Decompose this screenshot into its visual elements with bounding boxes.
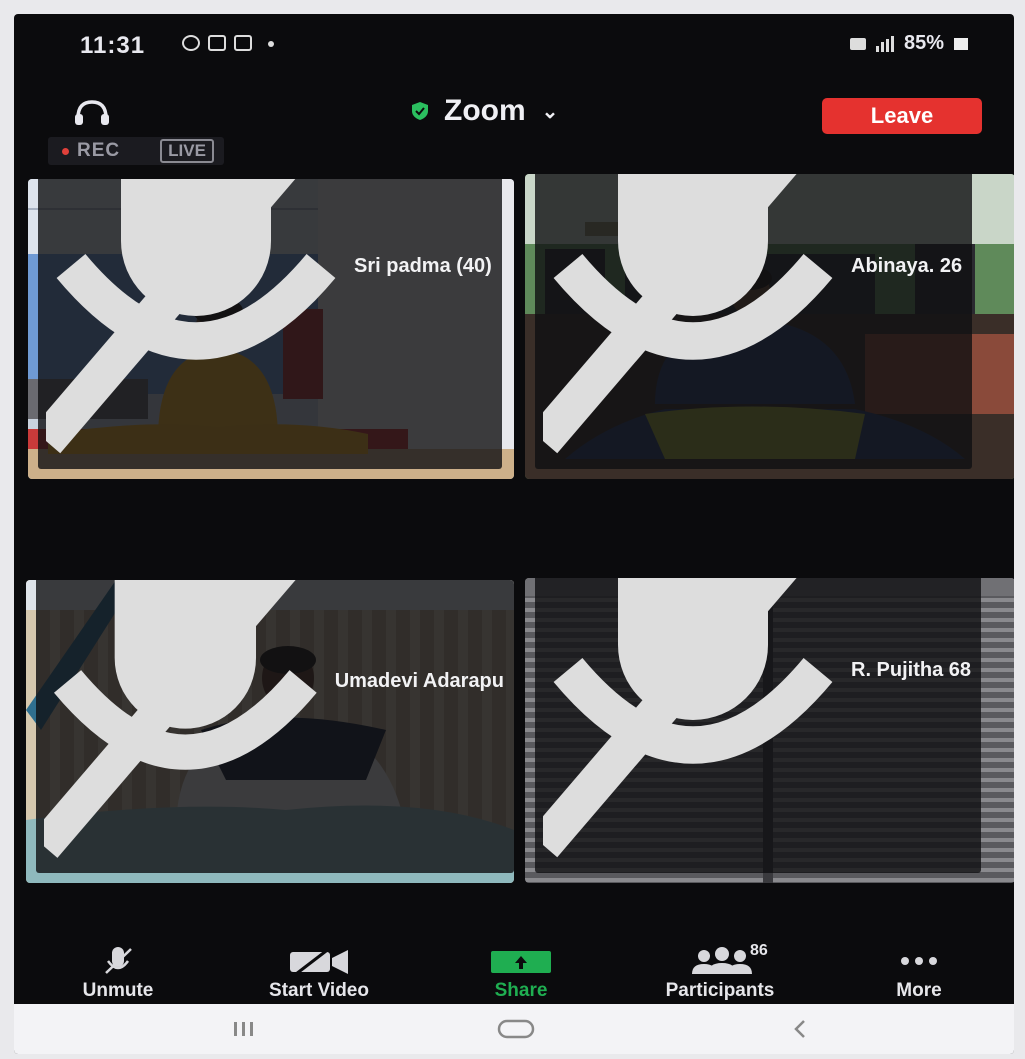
image-icon: [234, 35, 252, 51]
start-video-button[interactable]: Start Video: [228, 944, 410, 1002]
system-icons: 85%: [849, 32, 968, 55]
more-button[interactable]: More: [874, 944, 964, 1002]
video-tile-3[interactable]: Umadevi Adarapu: [26, 580, 514, 883]
video-tile-2[interactable]: Abinaya. 26: [525, 174, 1014, 479]
chevron-down-icon: ⌄: [541, 100, 559, 123]
back-button[interactable]: [770, 1014, 830, 1044]
home-icon: [497, 1019, 535, 1039]
participants-count: 86: [750, 942, 768, 959]
shield-icon: [412, 102, 428, 120]
meeting-title: Zoom: [444, 94, 526, 127]
signal-icon: [875, 35, 894, 52]
status-time: 11:31: [80, 32, 146, 59]
share-button[interactable]: Share: [466, 944, 576, 1002]
mic-muted-icon: [44, 580, 317, 858]
participant-name-label: R. Pujitha 68: [535, 578, 982, 873]
more-dots-icon: [901, 957, 937, 965]
meeting-title-dropdown[interactable]: Zoom ⌄: [410, 94, 558, 128]
mic-muted-icon: [105, 947, 132, 974]
notification-icons: [182, 35, 274, 51]
unmute-button[interactable]: Unmute: [56, 944, 180, 1002]
participants-button[interactable]: 86 Participants: [620, 942, 820, 1002]
recording-status: REC LIVE: [48, 137, 224, 165]
battery-percent: 85%: [903, 32, 944, 54]
meeting-toolbar: Unmute Start Video Share 86 Participants…: [14, 942, 1014, 1006]
rec-dot-icon: [62, 147, 69, 155]
headset-icon[interactable]: [72, 98, 112, 128]
participant-name-label: Sri padma (40): [38, 179, 502, 469]
home-button[interactable]: [486, 1014, 546, 1044]
more-notifications-icon: [268, 41, 274, 47]
rec-label: REC: [77, 140, 121, 161]
mic-muted-icon: [543, 578, 833, 858]
participants-icon: [692, 947, 752, 974]
leave-button[interactable]: Leave: [822, 98, 982, 134]
mic-muted-icon: [543, 174, 833, 454]
participant-name-label: Umadevi Adarapu: [36, 580, 514, 873]
system-navigation-bar: [14, 1004, 1014, 1054]
recent-apps-icon: [234, 1022, 253, 1036]
mic-muted-icon: [46, 179, 336, 454]
message-icon: [208, 35, 226, 51]
participant-name-label: Abinaya. 26: [535, 174, 973, 469]
live-badge: LIVE: [160, 139, 214, 163]
cast-icon: [849, 37, 866, 50]
battery-icon: [954, 37, 968, 50]
phone-screen: 11:31 85% Zoom ⌄ Leave REC LIVE Sri padm…: [14, 14, 1014, 1054]
share-arrow-icon: [491, 951, 551, 973]
recent-apps-button[interactable]: [214, 1014, 274, 1044]
video-tile-1[interactable]: Sri padma (40): [28, 179, 514, 479]
video-off-icon: [290, 946, 348, 976]
video-tile-4[interactable]: R. Pujitha 68: [525, 578, 1014, 883]
meeting-header: Zoom ⌄ Leave: [14, 84, 1014, 144]
back-icon: [794, 1020, 805, 1038]
whatsapp-icon: [182, 35, 200, 51]
status-bar: 11:31 85%: [14, 14, 1014, 72]
